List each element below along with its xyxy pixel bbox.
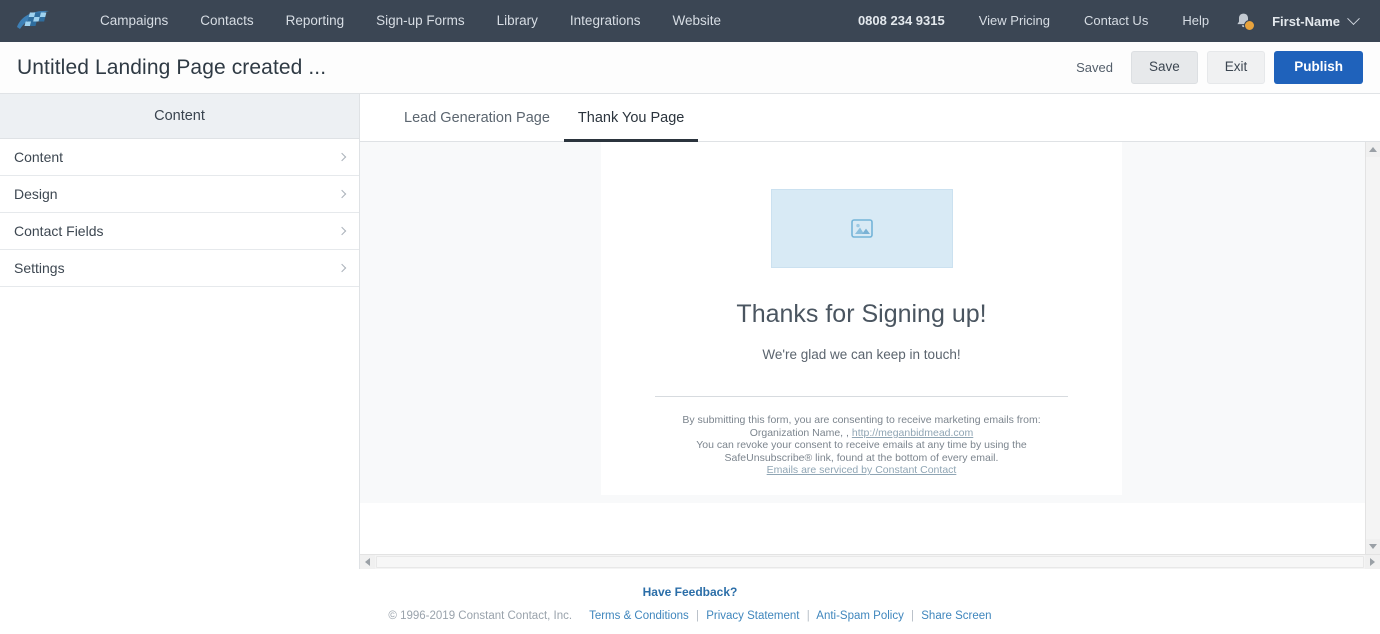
page-footer: Have Feedback? © 1996-2019 Constant Cont…: [0, 569, 1380, 634]
sidebar-item-settings[interactable]: Settings: [0, 250, 359, 287]
notifications-button[interactable]: [1226, 0, 1260, 42]
thank-you-subheading[interactable]: We're glad we can keep in touch!: [601, 347, 1122, 362]
notification-badge: [1244, 20, 1256, 31]
horizontal-scrollbar-thumb[interactable]: [376, 556, 1364, 568]
page-tabs: Lead Generation Page Thank You Page: [360, 94, 1380, 142]
footer-legal-row: © 1996-2019 Constant Contact, Inc. Terms…: [0, 610, 1380, 622]
footer-separator: |: [911, 610, 915, 622]
footer-link-anti-spam-policy[interactable]: Anti-Spam Policy: [816, 610, 904, 622]
sidebar-item-content[interactable]: Content: [0, 139, 359, 176]
sidebar-item-design[interactable]: Design: [0, 176, 359, 213]
scroll-left-button[interactable]: [360, 555, 375, 569]
nav-item-library[interactable]: Library: [481, 0, 554, 42]
have-feedback-link[interactable]: Have Feedback?: [643, 585, 738, 599]
nav-item-website[interactable]: Website: [656, 0, 737, 42]
consent-disclaimer-block[interactable]: By submitting this form, you are consent…: [601, 414, 1122, 477]
scroll-down-button[interactable]: [1366, 539, 1380, 554]
image-placeholder-icon: [850, 219, 873, 238]
nav-item-contact-us[interactable]: Contact Us: [1067, 0, 1165, 42]
nav-item-campaigns[interactable]: Campaigns: [84, 0, 184, 42]
chevron-right-icon: [337, 152, 347, 162]
sidebar-item-label: Design: [14, 186, 58, 202]
chevron-right-icon: [337, 226, 347, 236]
nav-item-sign-up-forms[interactable]: Sign-up Forms: [360, 0, 481, 42]
image-block[interactable]: [770, 189, 953, 268]
top-navigation-bar: Campaigns Contacts Reporting Sign-up For…: [0, 0, 1380, 42]
sidebar-header: Content: [0, 94, 359, 139]
nav-item-reporting[interactable]: Reporting: [270, 0, 361, 42]
footer-link-terms-conditions[interactable]: Terms & Conditions: [589, 610, 689, 622]
save-status-label: Saved: [1076, 60, 1113, 75]
chevron-down-icon: [1347, 11, 1360, 25]
editor-main-panel: Lead Generation Page Thank You Page Than…: [360, 94, 1380, 569]
disclaimer-line-4: SafeUnsubscribe® link, found at the bott…: [724, 451, 999, 464]
copyright-text: © 1996-2019 Constant Contact, Inc.: [388, 610, 573, 622]
footer-separator: |: [806, 610, 810, 622]
triangle-up-icon: [1369, 147, 1377, 152]
primary-nav-links: Campaigns Contacts Reporting Sign-up For…: [84, 0, 737, 42]
page-title[interactable]: Untitled Landing Page created ...: [17, 56, 326, 80]
secondary-nav-links: 0808 234 9315 View Pricing Contact Us He…: [841, 0, 1364, 42]
user-name-label: First-Name: [1272, 13, 1340, 29]
organization-website-link[interactable]: http://meganbidmead.com: [852, 427, 973, 439]
disclaimer-line-3: You can revoke your consent to receive e…: [696, 439, 1027, 452]
footer-separator: |: [695, 610, 699, 622]
sidebar-item-label: Settings: [14, 260, 65, 276]
chevron-right-icon: [337, 263, 347, 273]
scroll-right-button[interactable]: [1365, 555, 1380, 569]
sidebar-item-label: Content: [14, 149, 64, 165]
editor-body: Content Content Design Contact Fields Se…: [0, 94, 1380, 569]
preview-canvas-area: Thanks for Signing up! We're glad we can…: [360, 142, 1380, 569]
emails-serviced-link[interactable]: Emails are serviced by Constant Contact: [625, 464, 1098, 477]
thank-you-heading[interactable]: Thanks for Signing up!: [601, 300, 1122, 329]
sidebar-item-contact-fields[interactable]: Contact Fields: [0, 213, 359, 250]
triangle-right-icon: [1370, 558, 1375, 566]
scroll-up-button[interactable]: [1366, 142, 1380, 157]
disclaimer-line-1: By submitting this form, you are consent…: [682, 414, 1041, 426]
exit-button[interactable]: Exit: [1206, 51, 1266, 84]
user-account-menu[interactable]: First-Name: [1260, 11, 1364, 29]
sidebar-item-label: Contact Fields: [14, 223, 104, 239]
editor-actions: Saved Save Exit Publish: [1076, 51, 1363, 84]
disclaimer-organization: Organization Name, ,: [749, 426, 852, 439]
nav-item-view-pricing[interactable]: View Pricing: [962, 0, 1067, 42]
footer-link-privacy-statement[interactable]: Privacy Statement: [706, 610, 799, 622]
preview-backdrop: Thanks for Signing up! We're glad we can…: [360, 142, 1365, 503]
save-button[interactable]: Save: [1130, 51, 1198, 84]
tab-lead-generation-page[interactable]: Lead Generation Page: [390, 110, 564, 142]
landing-page-card[interactable]: Thanks for Signing up! We're glad we can…: [601, 142, 1122, 495]
footer-link-share-screen[interactable]: Share Screen: [921, 610, 991, 622]
nav-item-help[interactable]: Help: [1165, 0, 1226, 42]
editor-title-bar: Untitled Landing Page created ... Saved …: [0, 42, 1380, 94]
chevron-right-icon: [337, 189, 347, 199]
preview-scroll-viewport: Thanks for Signing up! We're glad we can…: [360, 142, 1365, 554]
publish-button[interactable]: Publish: [1274, 51, 1363, 84]
horizontal-scrollbar[interactable]: [360, 554, 1380, 569]
triangle-down-icon: [1369, 544, 1377, 549]
constant-contact-logo-icon[interactable]: [14, 6, 58, 36]
vertical-scrollbar[interactable]: [1365, 142, 1380, 554]
editor-sidebar: Content Content Design Contact Fields Se…: [0, 94, 360, 569]
content-divider: [655, 396, 1068, 397]
nav-item-contacts[interactable]: Contacts: [184, 0, 269, 42]
triangle-left-icon: [365, 558, 370, 566]
nav-item-integrations[interactable]: Integrations: [554, 0, 657, 42]
support-phone-number: 0808 234 9315: [857, 13, 945, 28]
tab-thank-you-page[interactable]: Thank You Page: [563, 110, 699, 142]
